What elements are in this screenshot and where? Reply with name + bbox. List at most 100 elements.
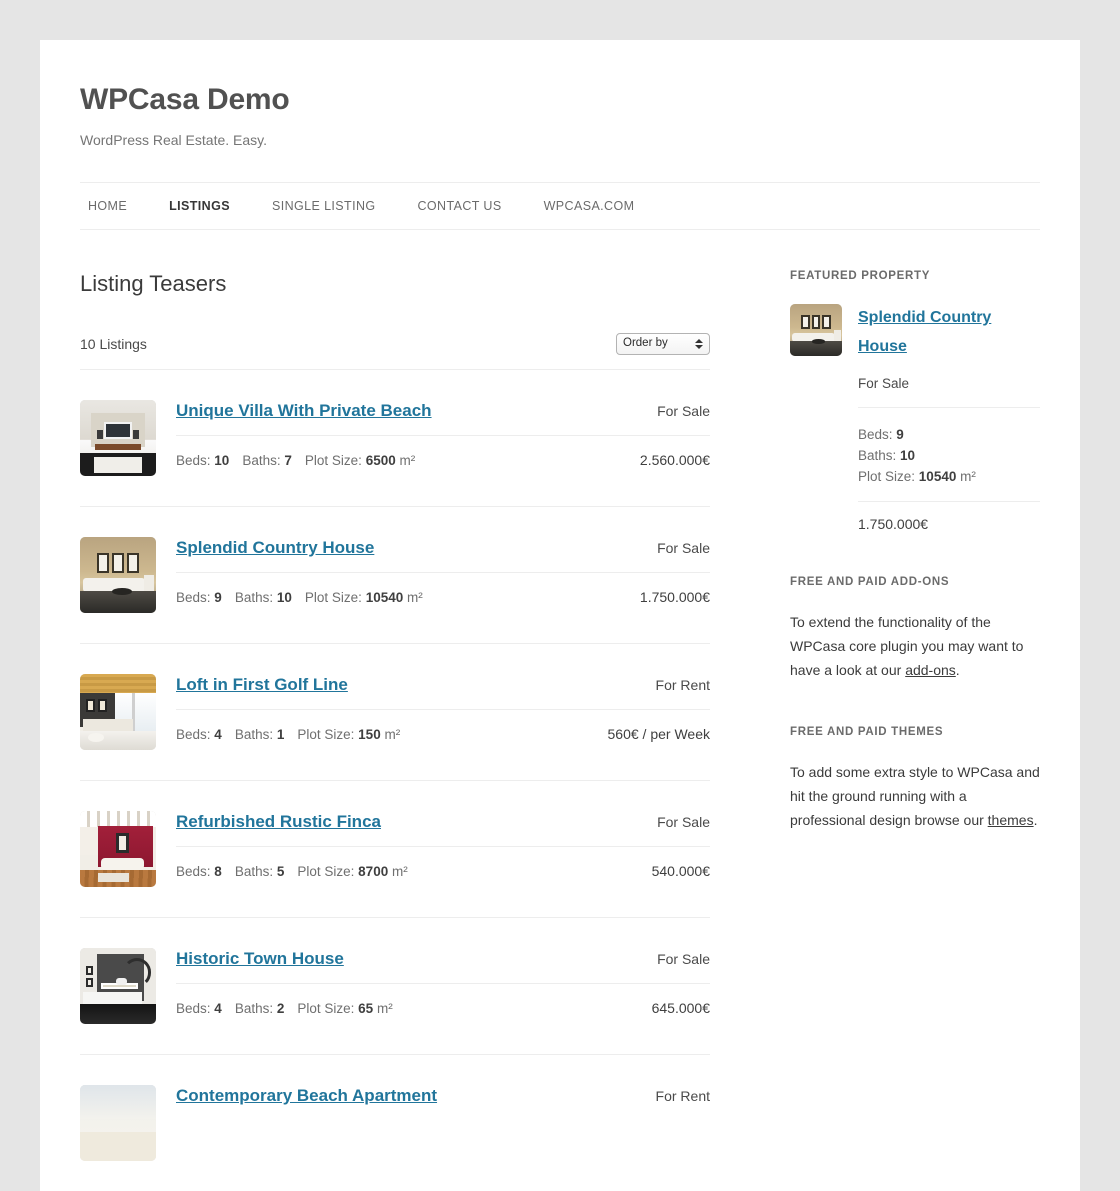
listing-details: Beds: 4 Baths: 2 Plot Size: 65 m² xyxy=(176,1001,406,1016)
widget-title: FEATURED PROPERTY xyxy=(790,270,1040,282)
listing-details: Beds: 10 Baths: 7 Plot Size: 6500 m² xyxy=(176,453,428,468)
themes-link[interactable]: themes xyxy=(988,812,1034,828)
listing-price: 1.750.000€ xyxy=(626,589,710,605)
listing-offer-type: For Sale xyxy=(643,403,710,419)
widget-title: FREE AND PAID ADD-ONS xyxy=(790,576,1040,588)
listing-count: 10 Listings xyxy=(80,336,147,352)
listing-meta: Beds: 9 Baths: 10 Plot Size: 10540 m² 1.750… xyxy=(176,572,710,605)
featured-title: Splendid Country House xyxy=(858,304,1040,362)
listing-plot-size: Plot Size: 8700 m² xyxy=(297,864,407,879)
listing-list: Unique Villa With Private Beach For Sale B… xyxy=(80,370,710,1191)
listing-thumbnail[interactable] xyxy=(80,1085,156,1161)
listing-title-link[interactable]: Historic Town House xyxy=(176,949,344,968)
property-photo xyxy=(80,537,156,613)
listing-baths: Baths: 10 xyxy=(235,590,292,605)
listing-title: Splendid Country House xyxy=(176,537,374,558)
featured-baths: Baths: 10 xyxy=(858,445,1040,466)
listing-item: Loft in First Golf Line For Rent Beds: 4 Ba… xyxy=(80,644,710,781)
listing-plot-size: Plot Size: 10540 m² xyxy=(305,590,423,605)
listing-offer-type: For Rent xyxy=(642,677,710,693)
listing-thumbnail[interactable] xyxy=(80,948,156,1024)
site-container: WPCasa Demo WordPress Real Estate. Easy.… xyxy=(40,40,1080,1191)
listing-offer-type: For Sale xyxy=(643,540,710,556)
listing-meta: Beds: 8 Baths: 5 Plot Size: 8700 m² 540.000… xyxy=(176,846,710,879)
property-photo xyxy=(80,400,156,476)
listing-title-link[interactable]: Splendid Country House xyxy=(176,538,374,557)
listing-baths: Baths: 5 xyxy=(235,864,285,879)
featured-specs: Beds: 9 Baths: 10 Plot Size: 10540 xyxy=(858,407,1040,487)
listing-meta: Beds: 4 Baths: 2 Plot Size: 65 m² 645.000€ xyxy=(176,983,710,1016)
widget-addons: FREE AND PAID ADD-ONS To extend the func… xyxy=(790,576,1040,682)
listing-offer-type: For Sale xyxy=(643,951,710,967)
listing-baths: Baths: 7 xyxy=(242,453,292,468)
listing-thumbnail[interactable] xyxy=(80,400,156,476)
listing-beds: Beds: 9 xyxy=(176,590,222,605)
listing-beds: Beds: 4 xyxy=(176,1001,222,1016)
listing-price: 540.000€ xyxy=(638,863,710,879)
listing-item: Splendid Country House For Sale Beds: 9 Bat… xyxy=(80,507,710,644)
listing-details: Beds: 4Baths: 1Plot Size: 150 m² xyxy=(176,727,413,742)
listing-title: Loft in First Golf Line xyxy=(176,674,348,695)
nav-item: CONTACT US xyxy=(410,195,510,217)
listing-title-link[interactable]: Unique Villa With Private Beach xyxy=(176,401,432,420)
listing-beds: Beds: 4 xyxy=(176,727,222,742)
nav-item: HOME xyxy=(80,195,135,217)
listing-item: Refurbished Rustic FincaFor SaleBeds: 8B… xyxy=(80,781,710,918)
featured-offer: For Sale xyxy=(858,376,1040,391)
property-photo xyxy=(80,948,156,1024)
listing-item: Unique Villa With Private Beach For Sale B… xyxy=(80,370,710,507)
addons-text-after: . xyxy=(956,662,960,678)
listing-title: Historic Town House xyxy=(176,948,344,969)
listing-title: Contemporary Beach Apartment xyxy=(176,1085,437,1106)
site-title: WPCasa Demo xyxy=(80,82,1040,118)
featured-title-link[interactable]: Splendid Country House xyxy=(858,309,991,355)
listing-title-link[interactable]: Refurbished Rustic Finca xyxy=(176,812,381,831)
listing-title: Unique Villa With Private Beach xyxy=(176,400,432,421)
listing-thumbnail[interactable] xyxy=(80,811,156,887)
property-photo xyxy=(790,304,842,356)
listing-baths: Baths: 1 xyxy=(235,727,285,742)
orderby-label: Order by xyxy=(623,338,694,350)
featured-property: Splendid Country House For Sale Beds: 9 … xyxy=(790,304,1040,532)
sidebar: FEATURED PROPERTY Splendid Country Hou xyxy=(790,270,1040,876)
listing-title-link[interactable]: Contemporary Beach Apartment xyxy=(176,1086,437,1105)
property-photo xyxy=(80,1085,156,1161)
listing-price: 645.000€ xyxy=(638,1000,710,1016)
listing-offer-type: For Rent xyxy=(642,1088,710,1104)
listing-beds: Beds: 8 xyxy=(176,864,222,879)
addons-link[interactable]: add-ons xyxy=(905,662,956,678)
listing-thumbnail[interactable] xyxy=(80,674,156,750)
listing-plot-size: Plot Size: 65 m² xyxy=(297,1001,392,1016)
featured-plot-size: Plot Size: 10540 m² xyxy=(858,466,1040,487)
listing-item: Historic Town House For Sale Beds: 4 Baths:… xyxy=(80,918,710,1055)
featured-price: 1.750.000€ xyxy=(858,501,1040,532)
listing-thumbnail[interactable] xyxy=(80,537,156,613)
listing-price: 2.560.000€ xyxy=(626,452,710,468)
listing-plot-size: Plot Size: 6500 m² xyxy=(305,453,415,468)
nav-link-single-listing[interactable]: SINGLE LISTING xyxy=(264,195,384,217)
orderby-select[interactable]: Order by xyxy=(616,333,710,355)
listing-price: 560€ / per Week xyxy=(594,726,710,742)
page-title: Listing Teasers xyxy=(80,270,710,299)
listing-baths: Baths: 2 xyxy=(235,1001,285,1016)
widget-featured-property: FEATURED PROPERTY Splendid Country Hou xyxy=(790,270,1040,532)
listing-details: Beds: 9 Baths: 10 Plot Size: 10540 m² xyxy=(176,590,436,605)
nav-link-home[interactable]: HOME xyxy=(80,195,135,217)
themes-text-after: . xyxy=(1034,812,1038,828)
addons-text: To extend the functionality of the WPCas… xyxy=(790,610,1040,682)
listing-offer-type: For Sale xyxy=(643,814,710,830)
featured-thumbnail[interactable] xyxy=(790,304,842,356)
nav-item: WPCASA.COM xyxy=(536,195,643,217)
nav-link-listings[interactable]: LISTINGS xyxy=(161,195,238,217)
nav-link-contact-us[interactable]: CONTACT US xyxy=(410,195,510,217)
nav-list: HOME LISTINGS SINGLE LISTING CONTACT US WPCA… xyxy=(80,195,668,217)
themes-text: To add some extra style to WPCasa and hi… xyxy=(790,760,1040,832)
nav-link-wpcasa-com[interactable]: WPCASA.COM xyxy=(536,195,643,217)
listing-title-link[interactable]: Loft in First Golf Line xyxy=(176,675,348,694)
listing-details: Beds: 8 Baths: 5 Plot Size: 8700 m² xyxy=(176,864,421,879)
nav-item: SINGLE LISTING xyxy=(264,195,384,217)
main-content: Listing Teasers 10 Listings Order by Uni… xyxy=(80,270,710,1191)
primary-navigation: HOME LISTINGS SINGLE LISTING CONTACT US WPCA… xyxy=(80,182,1040,230)
listing-beds: Beds: 10 xyxy=(176,453,229,468)
widget-themes: FREE AND PAID THEMES To add some extra s… xyxy=(790,726,1040,832)
